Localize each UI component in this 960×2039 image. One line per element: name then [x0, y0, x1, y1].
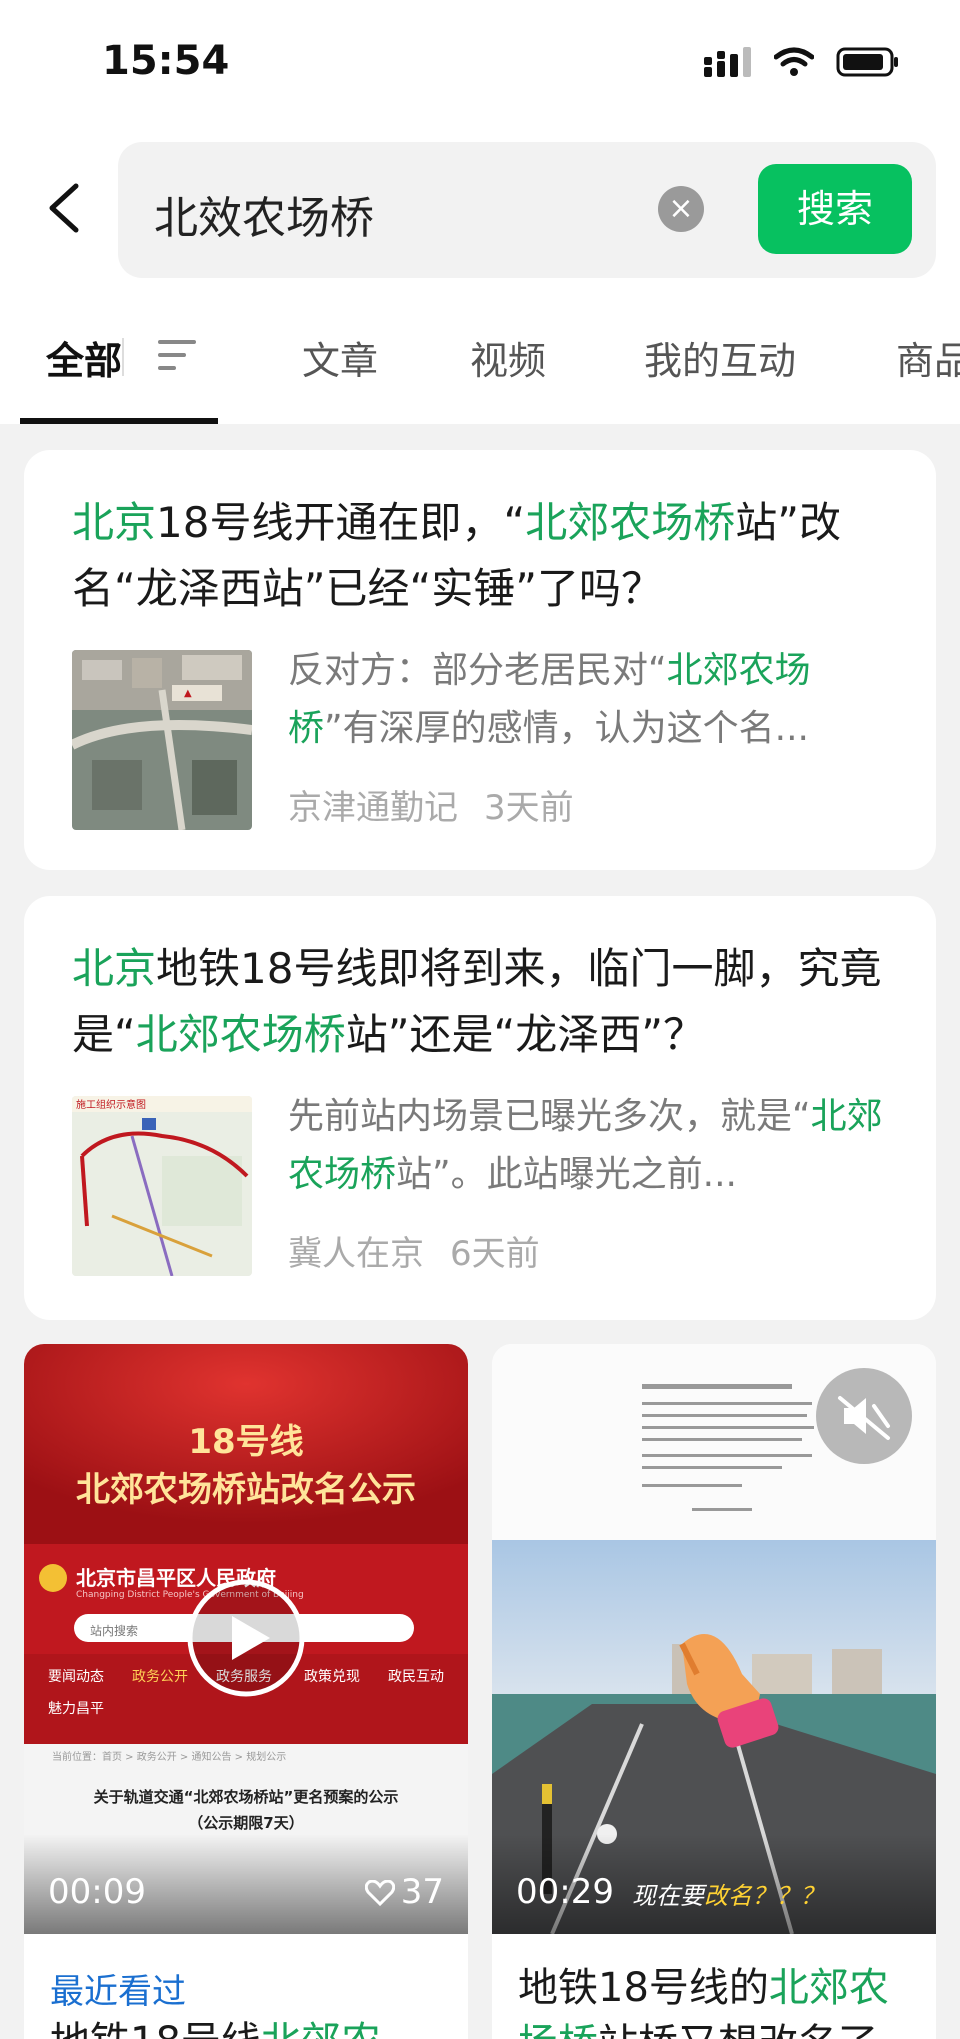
article-time: 3天前: [484, 788, 574, 828]
video-tile[interactable]: 00:29 现在要改名？？？ 地铁18号线的北郊农场桥站桥又想改名了: [492, 1344, 936, 2039]
search-header: 北效农场桥 × 搜索: [0, 130, 960, 290]
tab-videos[interactable]: 视频: [470, 330, 546, 385]
tab-all[interactable]: 全部: [46, 330, 122, 385]
video-duration: 00:09: [48, 1872, 146, 1912]
snippet-text: 反对方：部分老居民对“: [288, 650, 667, 691]
article-card[interactable]: 北京地铁18号线即将到来，临门一脚，究竟是“北郊农场桥站”还是“龙泽西”？ 施工…: [24, 896, 936, 1320]
cover-banner-line2: 北郊农场桥站改名公示: [76, 1470, 416, 1510]
article-thumbnail: 施工组织示意图: [72, 1096, 252, 1276]
article-source[interactable]: 京津通勤记: [288, 788, 458, 828]
overlay-highlight: 改名？？？: [704, 1882, 824, 1910]
video-title[interactable]: 地铁18号线北郊农: [50, 2014, 450, 2039]
gov-nav-item: 政务公开: [132, 1669, 188, 1685]
filter-icon[interactable]: [158, 340, 196, 379]
title-text: 地铁18号线: [50, 2019, 261, 2039]
tab-my-interactions[interactable]: 我的互动: [644, 330, 796, 385]
article-snippet: 先前站内场景已曝光多次，就是“北郊农场桥站”。此站曝光之前...: [288, 1088, 898, 1204]
status-time: 15:54: [102, 38, 230, 84]
article-thumbnail: ▲: [72, 650, 252, 830]
wifi-icon: [774, 47, 814, 76]
back-arrow-icon[interactable]: [40, 178, 90, 238]
mute-icon[interactable]: [816, 1368, 912, 1464]
tab-articles[interactable]: 文章: [302, 330, 378, 385]
gov-nav-item: 政策兑现: [304, 1669, 360, 1685]
snippet-text: ”有深厚的感情，认为这个名...: [324, 708, 809, 749]
likes-count: 37: [400, 1872, 444, 1912]
overlay-text: 现在要: [632, 1882, 704, 1910]
gov-nav-item: 政民互动: [388, 1669, 444, 1685]
cellular-signal-icon: [704, 47, 751, 77]
tab-products[interactable]: 商品: [896, 330, 960, 385]
title-text: 站”还是“龙泽西”？: [345, 1010, 706, 1059]
article-meta: 京津通勤记 3天前: [288, 780, 600, 829]
search-input[interactable]: 北效农场桥: [154, 182, 374, 246]
article-title[interactable]: 北京地铁18号线即将到来，临门一脚，究竟是“北郊农场桥站”还是“龙泽西”？: [72, 936, 902, 1068]
article-time: 6天前: [450, 1234, 540, 1274]
article-source[interactable]: 冀人在京: [288, 1234, 424, 1274]
search-box[interactable]: 北效农场桥 × 搜索: [118, 142, 936, 278]
article-snippet: 反对方：部分老居民对“北郊农场桥”有深厚的感情，认为这个名...: [288, 642, 898, 758]
gov-breadcrumb: 当前位置：首页 > 政务公开 > 通知公告 > 规划公示: [52, 1752, 287, 1763]
article-card[interactable]: 北京18号线开通在即，“北郊农场桥站”改名“龙泽西站”已经“实锤”了吗？ ▲ 反…: [24, 450, 936, 870]
status-bar: 15:54: [0, 0, 960, 130]
status-icons: [704, 46, 900, 78]
title-highlight: 北京: [72, 944, 157, 993]
snippet-text: 站”。此站曝光之前...: [396, 1154, 737, 1195]
title-highlight: 北京: [72, 498, 157, 547]
video-cover[interactable]: 00:29 现在要改名？？？: [492, 1344, 936, 1934]
cover-banner-line1: 18号线: [188, 1422, 304, 1462]
gov-nav-item: 魅力昌平: [48, 1701, 104, 1717]
video-duration: 00:29: [516, 1872, 614, 1912]
video-likes: 37: [364, 1872, 444, 1912]
gov-search-placeholder: 站内搜索: [90, 1624, 139, 1638]
title-text: 站桥又想改名了: [598, 2021, 878, 2039]
recently-viewed-label: 最近看过: [50, 1972, 186, 2012]
notice-subtitle: （公示期限7天）: [188, 1814, 304, 1832]
thumb-caption: 施工组织示意图: [76, 1098, 146, 1111]
video-title[interactable]: 地铁18号线的北郊农场桥站桥又想改名了: [518, 1960, 918, 2039]
notice-title: 关于轨道交通“北郊农场桥站”更名预案的公示: [93, 1788, 399, 1806]
play-icon[interactable]: [186, 1578, 306, 1698]
snippet-text: 先前站内场景已曝光多次，就是“: [288, 1096, 811, 1137]
title-text: 18号线开通在即，“: [156, 498, 526, 547]
title-highlight: 北郊农场桥: [135, 1010, 346, 1059]
active-tab-indicator: [20, 418, 218, 424]
cover-overlay-text: 现在要改名？？？: [632, 1876, 824, 1911]
tab-divider: [122, 338, 124, 376]
search-button[interactable]: 搜索: [758, 164, 912, 254]
heart-icon: [364, 1879, 395, 1907]
title-highlight: 北郊农场桥: [525, 498, 736, 547]
battery-icon: [836, 47, 898, 77]
tab-bar: 全部 文章 视频 我的互动 商品: [0, 290, 960, 424]
svg-text:▲: ▲: [184, 688, 192, 699]
gov-nav-item: 要闻动态: [48, 1669, 104, 1685]
title-text: 地铁18号线的: [518, 1965, 769, 2011]
clear-icon[interactable]: ×: [658, 186, 704, 232]
title-highlight: 北郊农: [261, 2019, 381, 2039]
article-meta: 冀人在京 6天前: [288, 1226, 566, 1275]
video-cover[interactable]: 18号线 北郊农场桥站改名公示 北京市昌平区人民政府 Changping Dis…: [24, 1344, 468, 1934]
video-tile[interactable]: 18号线 北郊农场桥站改名公示 北京市昌平区人民政府 Changping Dis…: [24, 1344, 468, 2039]
article-title[interactable]: 北京18号线开通在即，“北郊农场桥站”改名“龙泽西站”已经“实锤”了吗？: [72, 490, 902, 622]
